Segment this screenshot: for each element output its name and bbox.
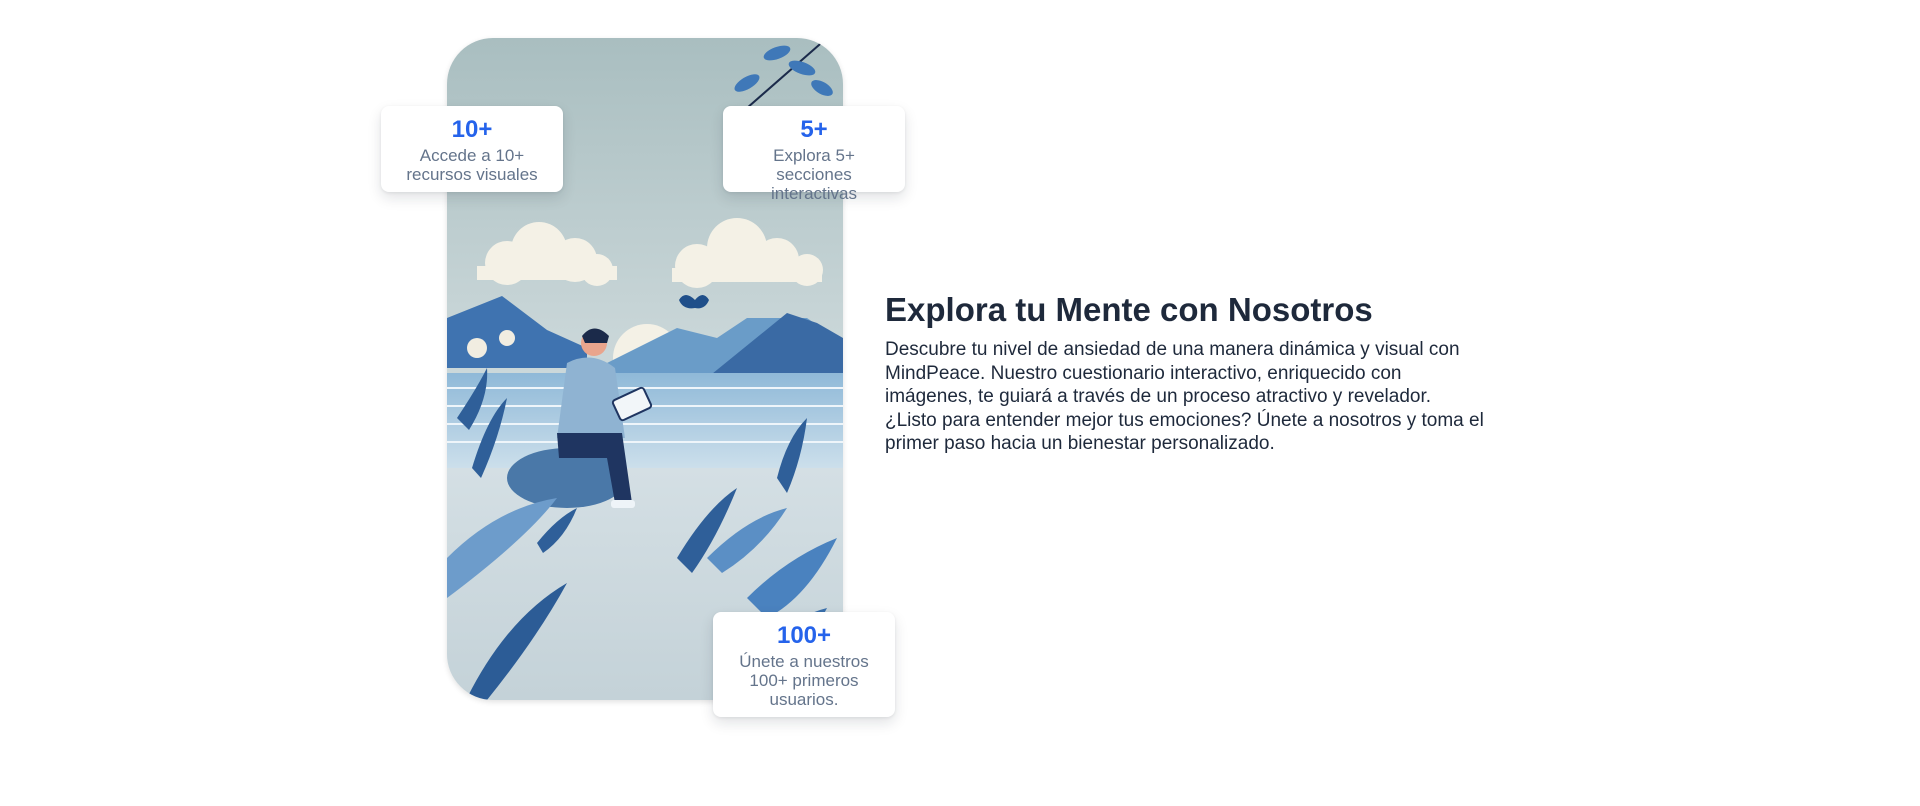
stat-value: 100+ <box>776 622 832 649</box>
hero-text: Explora tu Mente con Nosotros Descubre t… <box>885 290 1485 456</box>
stat-value: 10+ <box>451 116 493 143</box>
stat-caption: Accede a 10+ recursos visuales <box>406 146 538 184</box>
stat-card-users: 100+ Únete a nuestros 100+ primeros usua… <box>713 612 895 717</box>
stat-value: 5+ <box>800 116 828 143</box>
hero-description: Descubre tu nivel de ansiedad de una man… <box>885 339 1484 454</box>
stat-caption: Únete a nuestros 100+ primeros usuarios. <box>739 652 869 709</box>
stat-card-resources: 10+ Accede a 10+ recursos visuales <box>381 106 563 192</box>
hero-section: 10+ Accede a 10+ recursos visuales 5+ Ex… <box>0 0 1920 806</box>
stat-card-sections: 5+ Explora 5+ secciones interactivas <box>723 106 905 203</box>
page-title: Explora tu Mente con Nosotros <box>885 291 1373 328</box>
stat-caption: Explora 5+ secciones interactivas <box>771 146 857 203</box>
